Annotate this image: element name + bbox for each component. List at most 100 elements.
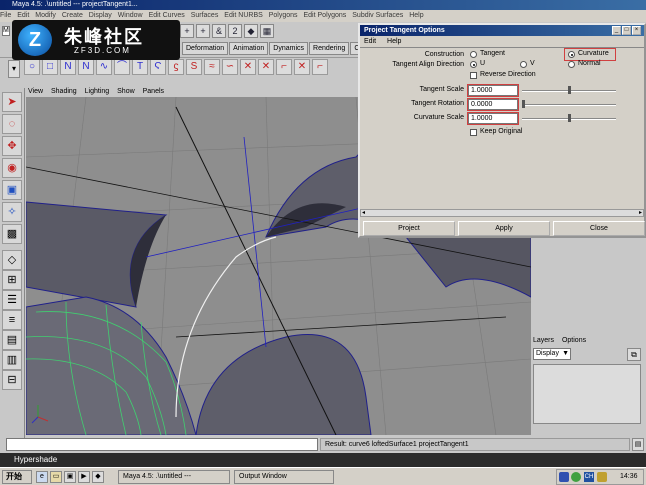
menu-polygons[interactable]: Polygons	[269, 12, 298, 19]
panel-menu-show[interactable]: Show	[117, 88, 135, 95]
scale-tool-icon[interactable]: ▣	[2, 180, 22, 200]
circle-curve-icon[interactable]: ○	[24, 59, 40, 75]
layout-single-icon[interactable]: ◇	[2, 250, 22, 270]
extend-curve-icon[interactable]: ⌐	[312, 59, 328, 75]
layer-display-select[interactable]: Display ▼	[533, 348, 571, 360]
tab-animation[interactable]: Animation	[229, 42, 269, 55]
layout-graph-icon[interactable]: ≡	[2, 310, 22, 330]
arc-icon[interactable]: ⌒	[114, 59, 130, 75]
last-tool-icon[interactable]: ▩	[2, 224, 22, 244]
tangent-scale-slider-thumb[interactable]	[567, 86, 571, 94]
panel-menu-shading[interactable]: Shading	[51, 88, 77, 95]
manipulator-tool-icon[interactable]: ✧	[2, 202, 22, 222]
rotate-tool-icon[interactable]: ◉	[2, 158, 22, 178]
square-curve-icon[interactable]: □	[42, 59, 58, 75]
menu-help[interactable]: Help	[409, 12, 423, 19]
tangent-rotation-slider[interactable]	[522, 104, 616, 106]
intersect-curve-icon[interactable]: ✕	[258, 59, 274, 75]
open-close-curve-icon[interactable]: ∽	[222, 59, 238, 75]
tab-rendering[interactable]: Rendering	[309, 42, 350, 55]
taskbar-output-window[interactable]: Output Window	[234, 470, 334, 484]
align-normal-radio[interactable]	[568, 61, 575, 68]
taskbar-maya[interactable]: Maya 4.5: .\untitled ---	[118, 470, 230, 484]
surface-snap-icon[interactable]: ◆	[244, 24, 258, 38]
shelf-menu-icon[interactable]: ▾	[8, 60, 20, 78]
tab-dynamics[interactable]: Dynamics	[269, 42, 309, 55]
layer-new-icon[interactable]: ⧉	[627, 348, 641, 361]
align-v-radio[interactable]	[520, 61, 527, 68]
offset-curve-icon[interactable]: ⌐	[276, 59, 292, 75]
menu-display[interactable]: Display	[89, 12, 112, 19]
duplicate-curve-icon[interactable]: Ϛ	[150, 59, 166, 75]
scroll-left-icon[interactable]: ◂	[362, 209, 365, 216]
tangent-scale-field[interactable]: 1.0000	[467, 84, 519, 97]
scroll-right-icon[interactable]: ▸	[639, 209, 642, 216]
curve-snap-icon[interactable]: 2	[228, 24, 242, 38]
layout-outliner-icon[interactable]: ☰	[2, 290, 22, 310]
script-editor-icon[interactable]: ▤	[632, 438, 644, 451]
minimize-icon[interactable]: _	[612, 26, 621, 35]
tray-check-icon[interactable]	[559, 472, 569, 482]
layout-persp-graph-icon[interactable]: ▥	[2, 350, 22, 370]
pencil-curve-icon[interactable]: ∿	[96, 59, 112, 75]
detach-curve-icon[interactable]: Ѕ	[186, 59, 202, 75]
maximize-icon[interactable]: □	[622, 26, 631, 35]
align-u-radio[interactable]	[470, 61, 477, 68]
grid-icon[interactable]: ▦	[260, 24, 274, 38]
attach-curve-icon[interactable]: ϛ	[168, 59, 184, 75]
align-curve-icon[interactable]: ≈	[204, 59, 220, 75]
layout-four-icon[interactable]: ⊞	[2, 270, 22, 290]
panel-menu-panels[interactable]: Panels	[143, 88, 164, 95]
menu-edit-polygons[interactable]: Edit Polygons	[304, 12, 347, 19]
command-line-input[interactable]	[6, 438, 318, 451]
curvature-scale-slider-thumb[interactable]	[567, 114, 571, 122]
layers-menu-layers[interactable]: Layers	[533, 337, 554, 344]
add-icon[interactable]: +	[196, 24, 210, 38]
menu-edit[interactable]: Edit	[17, 12, 29, 19]
layers-menu-options[interactable]: Options	[562, 337, 586, 344]
tray-lang-icon[interactable]: CH	[584, 472, 594, 482]
close-button[interactable]: Close	[553, 221, 645, 236]
desktop-icon[interactable]: ▭	[50, 471, 62, 483]
dialog-horizontal-scrollbar[interactable]: ◂ ▸	[360, 209, 644, 217]
tab-deformation[interactable]: Deformation	[182, 42, 229, 55]
menu-modify[interactable]: Modify	[35, 12, 56, 19]
lasso-tool-icon[interactable]: ◌	[2, 114, 22, 134]
menu-edit-curves[interactable]: Edit Curves	[149, 12, 185, 19]
layout-extra-icon[interactable]: ⊟	[2, 370, 22, 390]
text-curve-icon[interactable]: T	[132, 59, 148, 75]
menu-file[interactable]: File	[0, 12, 11, 19]
project-button[interactable]: Project	[363, 221, 455, 236]
menu-create[interactable]: Create	[62, 12, 83, 19]
tray-volume-icon[interactable]	[597, 472, 607, 482]
panel-menu-view[interactable]: View	[28, 88, 43, 95]
dialog-menu-edit[interactable]: Edit	[364, 38, 376, 45]
layout-hypershade-icon[interactable]: ▤	[2, 330, 22, 350]
menu-window[interactable]: Window	[118, 12, 143, 19]
dialog-menu-help[interactable]: Help	[387, 38, 401, 45]
rebuild-curve-icon[interactable]: ✕	[294, 59, 310, 75]
construction-curvature-radio[interactable]	[568, 51, 575, 58]
browser-icon[interactable]: e	[36, 471, 48, 483]
mode-field[interactable]: M	[2, 26, 10, 36]
plus-icon[interactable]: +	[180, 24, 194, 38]
hypershade-bar[interactable]: Hypershade	[0, 453, 646, 467]
move-tool-icon[interactable]: ✥	[2, 136, 22, 156]
tangent-rotation-field[interactable]: 0.0000	[467, 98, 519, 111]
keep-original-checkbox[interactable]	[470, 129, 477, 136]
construction-tangent-radio[interactable]	[470, 51, 477, 58]
ep-curve-icon[interactable]: Ν	[78, 59, 94, 75]
player-icon[interactable]: ▶	[78, 471, 90, 483]
cut-curve-icon[interactable]: ✕	[240, 59, 256, 75]
tangent-rotation-slider-thumb[interactable]	[522, 100, 525, 108]
curvature-scale-field[interactable]: 1.0000	[467, 112, 519, 125]
apply-button[interactable]: Apply	[458, 221, 550, 236]
close-icon[interactable]: ×	[632, 26, 641, 35]
reverse-direction-checkbox[interactable]	[470, 72, 477, 79]
folder-icon[interactable]: ▣	[64, 471, 76, 483]
app-icon[interactable]: ◆	[92, 471, 104, 483]
cv-curve-icon[interactable]: Ν	[60, 59, 76, 75]
layers-list[interactable]	[533, 364, 641, 424]
select-tool-icon[interactable]: ➤	[2, 92, 22, 112]
tray-network-icon[interactable]	[571, 472, 581, 482]
